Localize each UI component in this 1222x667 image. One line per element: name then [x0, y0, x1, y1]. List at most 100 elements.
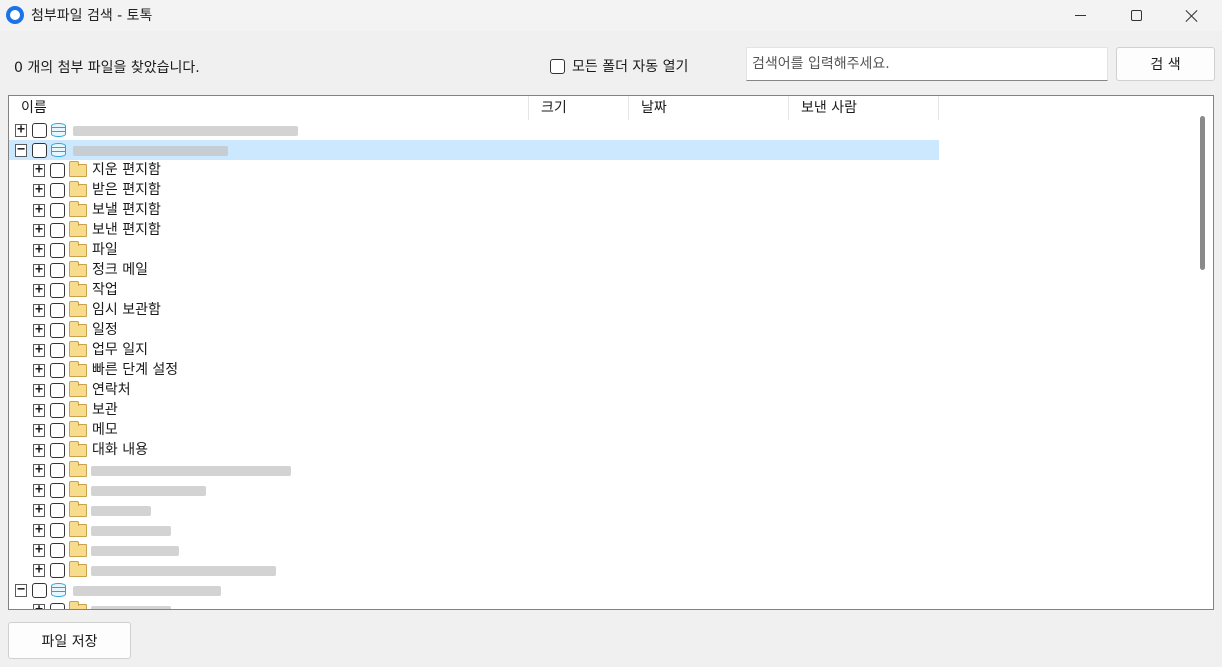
row-checkbox[interactable] [50, 543, 65, 558]
tree-row[interactable]: + [9, 540, 1193, 560]
expand-icon[interactable]: + [33, 563, 45, 577]
row-checkbox[interactable] [50, 163, 65, 178]
tree-row[interactable]: + [9, 500, 1193, 520]
row-checkbox[interactable] [50, 203, 65, 218]
row-checkbox[interactable] [32, 583, 47, 598]
row-checkbox[interactable] [32, 143, 47, 158]
tree-row[interactable]: + 파일 [9, 240, 1193, 260]
folder-label: 임시 보관함 [92, 302, 161, 318]
close-button[interactable] [1169, 0, 1215, 31]
expand-icon[interactable]: + [15, 123, 27, 137]
column-sender[interactable]: 보낸 사람 [789, 96, 939, 120]
folder-icon [69, 341, 87, 357]
tree-row[interactable]: + [9, 560, 1193, 580]
expand-icon[interactable]: + [33, 203, 45, 217]
expand-icon[interactable]: + [33, 463, 45, 477]
tree-row[interactable]: + [9, 520, 1193, 540]
expand-icon[interactable]: + [33, 603, 45, 609]
expand-icon[interactable]: + [33, 363, 45, 377]
expand-icon[interactable]: + [33, 243, 45, 257]
redacted-label [91, 566, 276, 576]
search-input[interactable] [746, 47, 1108, 81]
auto-open-folders-option[interactable]: 모든 폴더 자동 열기 [550, 56, 688, 76]
row-checkbox[interactable] [50, 183, 65, 198]
vertical-scrollbar[interactable] [1193, 96, 1213, 609]
expand-icon[interactable]: + [33, 483, 45, 497]
row-checkbox[interactable] [50, 523, 65, 538]
row-checkbox[interactable] [50, 243, 65, 258]
search-button[interactable]: 검 색 [1116, 47, 1215, 81]
tree-row[interactable]: + [9, 480, 1193, 500]
row-checkbox[interactable] [50, 443, 65, 458]
row-checkbox[interactable] [50, 323, 65, 338]
tree-row[interactable]: − [9, 140, 1193, 160]
expand-icon[interactable]: + [33, 163, 45, 177]
row-checkbox[interactable] [50, 263, 65, 278]
expand-icon[interactable]: + [33, 183, 45, 197]
row-checkbox[interactable] [50, 383, 65, 398]
tree-row[interactable]: + 대화 내용 [9, 440, 1193, 460]
expand-icon[interactable]: + [33, 383, 45, 397]
tree-row[interactable]: + 받은 편지함 [9, 180, 1193, 200]
tree-row[interactable]: + 작업 [9, 280, 1193, 300]
column-name[interactable]: 이름 [9, 96, 529, 120]
column-size[interactable]: 크기 [529, 96, 629, 120]
folder-icon [69, 241, 87, 257]
title-bar: 첨부파일 검색 - 토톡 [0, 0, 1222, 31]
tree-row[interactable]: + [9, 120, 1193, 140]
row-checkbox[interactable] [50, 503, 65, 518]
tree-row[interactable]: + [9, 600, 1193, 609]
row-checkbox[interactable] [50, 423, 65, 438]
tree-row[interactable]: + 업무 일지 [9, 340, 1193, 360]
expand-icon[interactable]: + [33, 343, 45, 357]
attachment-tree[interactable]: 이름 크기 날짜 보낸 사람 + − + 지운 편지함 + 받은 편지함 + 보낼 편지함 + 보… [8, 95, 1214, 610]
expand-icon[interactable]: + [33, 283, 45, 297]
tree-row[interactable]: + 보낸 편지함 [9, 220, 1193, 240]
database-icon [51, 583, 66, 597]
row-checkbox[interactable] [50, 343, 65, 358]
result-count-text: 0 개의 첨부 파일을 찾았습니다. [14, 60, 200, 76]
row-checkbox[interactable] [50, 463, 65, 478]
folder-icon [69, 181, 87, 197]
collapse-icon[interactable]: − [15, 143, 27, 157]
row-checkbox[interactable] [50, 303, 65, 318]
expand-icon[interactable]: + [33, 523, 45, 537]
minimize-button[interactable] [1057, 0, 1103, 31]
tree-row[interactable]: + [9, 460, 1193, 480]
tree-row[interactable]: + 지운 편지함 [9, 160, 1193, 180]
tree-row[interactable]: + 임시 보관함 [9, 300, 1193, 320]
auto-open-checkbox[interactable] [550, 58, 565, 74]
tree-row[interactable]: + 정크 메일 [9, 260, 1193, 280]
column-date[interactable]: 날짜 [629, 96, 789, 120]
folder-icon [69, 561, 87, 577]
expand-icon[interactable]: + [33, 263, 45, 277]
row-checkbox[interactable] [50, 563, 65, 578]
maximize-button[interactable] [1113, 0, 1159, 31]
save-file-button[interactable]: 파일 저장 [8, 622, 131, 659]
scrollbar-thumb[interactable] [1200, 116, 1205, 270]
row-checkbox[interactable] [50, 223, 65, 238]
tree-row[interactable]: + 메모 [9, 420, 1193, 440]
tree-row[interactable]: + 일정 [9, 320, 1193, 340]
expand-icon[interactable]: + [33, 223, 45, 237]
tree-row[interactable]: − [9, 580, 1193, 600]
row-checkbox[interactable] [32, 123, 47, 138]
expand-icon[interactable]: + [33, 303, 45, 317]
row-checkbox[interactable] [50, 603, 65, 609]
expand-icon[interactable]: + [33, 323, 45, 337]
row-checkbox[interactable] [50, 363, 65, 378]
tree-row[interactable]: + 보관 [9, 400, 1193, 420]
tree-row[interactable]: + 보낼 편지함 [9, 200, 1193, 220]
expand-icon[interactable]: + [33, 443, 45, 457]
expand-icon[interactable]: + [33, 423, 45, 437]
expand-icon[interactable]: + [33, 543, 45, 557]
expand-icon[interactable]: + [33, 403, 45, 417]
row-checkbox[interactable] [50, 403, 65, 418]
tree-row[interactable]: + 연락처 [9, 380, 1193, 400]
row-checkbox[interactable] [50, 483, 65, 498]
row-checkbox[interactable] [50, 283, 65, 298]
expand-icon[interactable]: + [33, 503, 45, 517]
folder-label: 보관 [92, 402, 118, 418]
collapse-icon[interactable]: − [15, 583, 27, 597]
tree-row[interactable]: + 빠른 단계 설정 [9, 360, 1193, 380]
